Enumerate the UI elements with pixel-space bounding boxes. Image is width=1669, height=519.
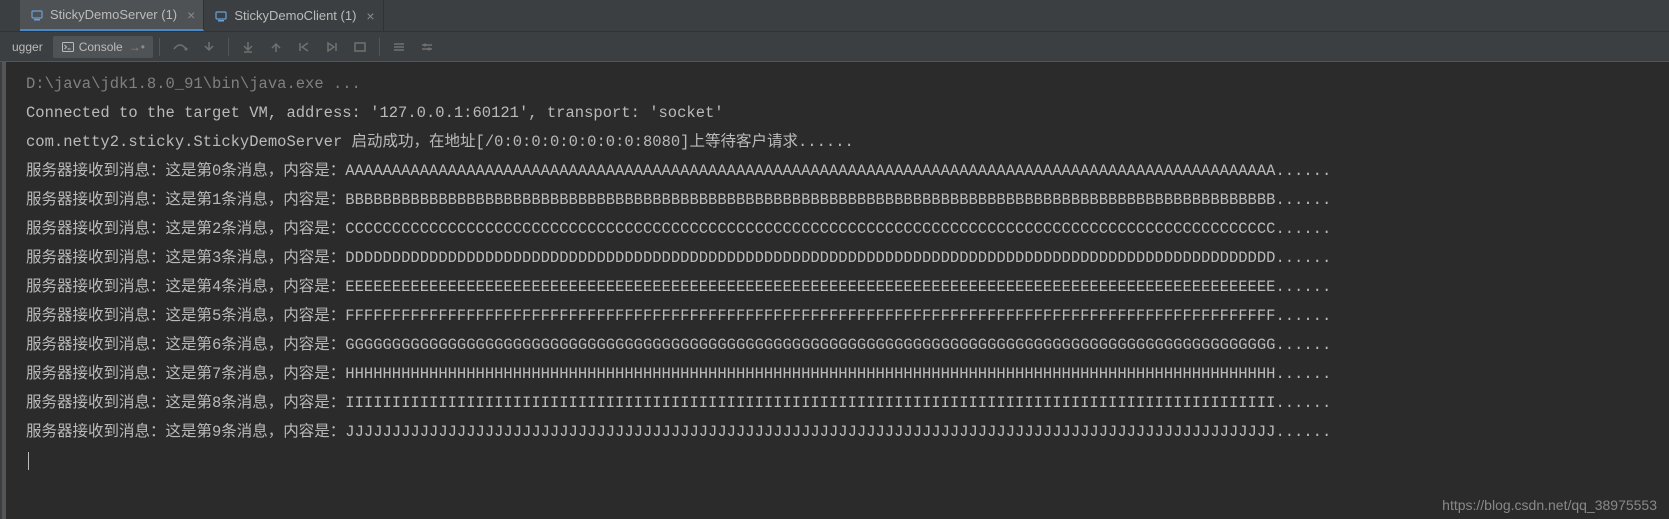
caret-line	[26, 447, 1669, 476]
run-tabs-bar: StickyDemoServer (1) × StickyDemoClient …	[0, 0, 1669, 32]
message-line: 服务器接收到消息：这是第6条消息，内容是：GGGGGGGGGGGGGGGGGGG…	[26, 331, 1669, 360]
message-line: 服务器接收到消息：这是第0条消息，内容是：AAAAAAAAAAAAAAAAAAA…	[26, 157, 1669, 186]
run-config-icon	[30, 8, 44, 22]
force-step-into-icon[interactable]	[235, 36, 261, 58]
separator	[228, 38, 229, 56]
debug-toolbar: ugger Console →•	[0, 32, 1669, 62]
tab-server[interactable]: StickyDemoServer (1) ×	[20, 0, 204, 31]
debugger-tab[interactable]: ugger	[4, 36, 51, 58]
message-line: 服务器接收到消息：这是第5条消息，内容是：FFFFFFFFFFFFFFFFFFF…	[26, 302, 1669, 331]
console-tab[interactable]: Console →•	[53, 36, 153, 58]
trace-current-stream-chain-icon[interactable]	[386, 36, 412, 58]
vm-connected-line: Connected to the target VM, address: '12…	[26, 99, 1669, 128]
step-out-icon[interactable]	[263, 36, 289, 58]
settings-icon[interactable]	[414, 36, 440, 58]
message-line: 服务器接收到消息：这是第8条消息，内容是：IIIIIIIIIIIIIIIIIII…	[26, 389, 1669, 418]
run-to-cursor-icon[interactable]	[319, 36, 345, 58]
message-line: 服务器接收到消息：这是第1条消息，内容是：BBBBBBBBBBBBBBBBBBB…	[26, 186, 1669, 215]
message-line: 服务器接收到消息：这是第7条消息，内容是：HHHHHHHHHHHHHHHHHHH…	[26, 360, 1669, 389]
separator	[159, 38, 160, 56]
message-line: 服务器接收到消息：这是第9条消息，内容是：JJJJJJJJJJJJJJJJJJJ…	[26, 418, 1669, 447]
message-line: 服务器接收到消息：这是第4条消息，内容是：EEEEEEEEEEEEEEEEEEE…	[26, 273, 1669, 302]
console-output[interactable]: D:\java\jdk1.8.0_91\bin\java.exe ... Con…	[2, 62, 1669, 519]
tab-label: StickyDemoClient (1)	[234, 8, 356, 23]
command-line: D:\java\jdk1.8.0_91\bin\java.exe ...	[26, 70, 1669, 99]
message-line: 服务器接收到消息：这是第3条消息，内容是：DDDDDDDDDDDDDDDDDDD…	[26, 244, 1669, 273]
message-line: 服务器接收到消息：这是第2条消息，内容是：CCCCCCCCCCCCCCCCCCC…	[26, 215, 1669, 244]
startup-line: com.netty2.sticky.StickyDemoServer 启动成功，…	[26, 128, 1669, 157]
separator	[379, 38, 380, 56]
console-icon	[61, 40, 75, 54]
step-over-icon[interactable]	[166, 36, 194, 58]
tab-client[interactable]: StickyDemoClient (1) ×	[204, 0, 383, 31]
close-icon[interactable]: ×	[366, 9, 374, 23]
step-into-icon[interactable]	[196, 36, 222, 58]
drop-frame-icon[interactable]	[291, 36, 317, 58]
console-tab-label: Console	[79, 40, 123, 54]
pin-icon: →•	[129, 40, 145, 54]
watermark: https://blog.csdn.net/qq_38975553	[1442, 497, 1657, 513]
close-icon[interactable]: ×	[187, 8, 195, 22]
run-config-icon	[214, 9, 228, 23]
tab-label: StickyDemoServer (1)	[50, 7, 177, 22]
evaluate-expression-icon[interactable]	[347, 36, 373, 58]
